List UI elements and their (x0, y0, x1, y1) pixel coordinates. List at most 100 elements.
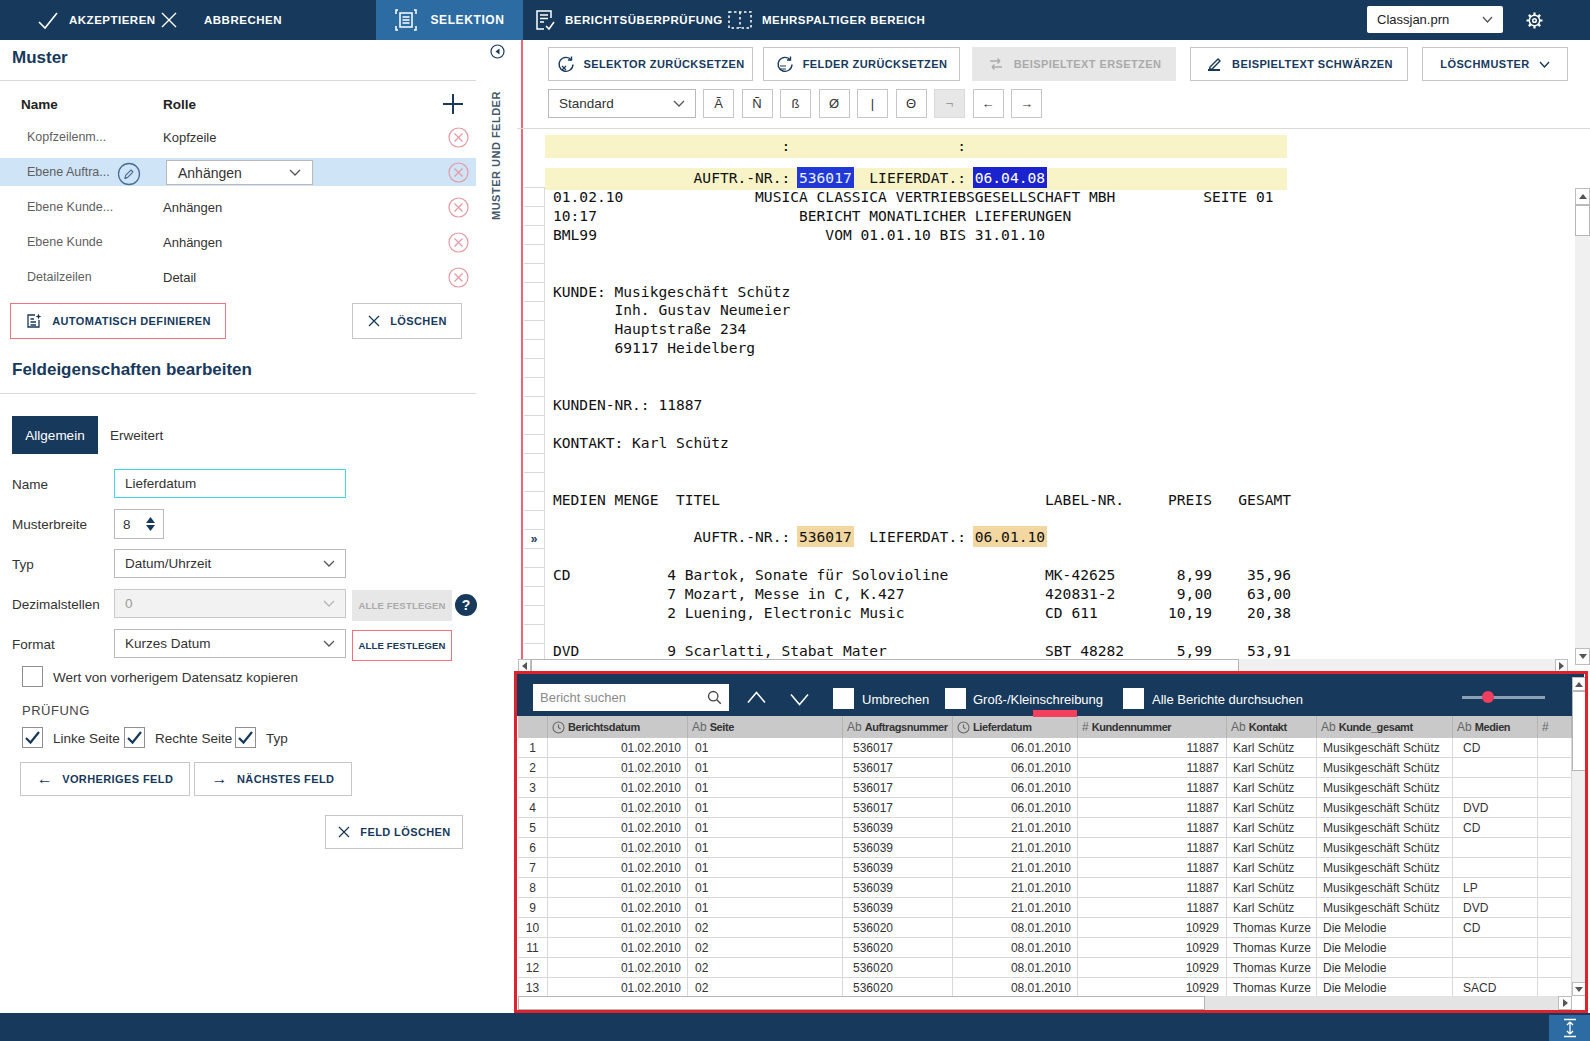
reset-selector-button[interactable]: SELEKTOR ZURÜCKSETZEN (548, 47, 753, 81)
edit-pattern-icon[interactable] (117, 162, 138, 183)
check-linke-seite[interactable] (22, 727, 43, 748)
file-dropdown[interactable]: Classjan.prn (1367, 6, 1503, 33)
search-input[interactable]: Bericht suchen (533, 684, 729, 711)
encoding-dropdown[interactable]: Standard (548, 89, 696, 118)
format-dropdown[interactable]: Kurzes Datum (114, 629, 346, 658)
template-row-2[interactable]: AUFTR.-NR.: 536017 LIEFERDAT.: 06.04.08 (545, 168, 1287, 190)
table-cell: 536020 (843, 978, 953, 996)
table-header-Lieferdatum[interactable]: Lieferdatum (953, 716, 1078, 738)
table-cell: 10929 (1078, 938, 1227, 958)
musterbreite-stepper[interactable]: 8 (114, 509, 164, 539)
loeschmuster-button[interactable]: LÖSCHMUSTER (1422, 47, 1568, 81)
table-row[interactable]: 101.02.20100153601706.01.201011887Karl S… (518, 738, 1572, 758)
muster-row[interactable]: Ebene Auftra...Anhängen (0, 155, 476, 190)
muster-und-felder-strip[interactable]: MUSTER UND FELDER (490, 70, 510, 220)
zoom-slider[interactable] (1462, 696, 1545, 699)
loeschmuster-label: LÖSCHMUSTER (1440, 58, 1529, 70)
table-row[interactable]: 201.02.20100153601706.01.201011887Karl S… (518, 758, 1572, 778)
name-input[interactable]: Lieferdatum (114, 469, 346, 498)
all-reports-checkbox[interactable] (1123, 688, 1144, 709)
tab-erweitert[interactable]: Erweitert (110, 428, 163, 443)
search-prev-button[interactable] (746, 691, 767, 704)
tab-selektion[interactable]: SELEKTION (376, 0, 523, 40)
char-button[interactable]: Ã (703, 89, 734, 118)
copy-prev-checkbox[interactable] (22, 666, 43, 687)
char-button[interactable]: ß (780, 89, 811, 118)
report-text[interactable]: 01.02.10 MUSICA CLASSICA VERTRIEBSGESELL… (553, 188, 1291, 661)
check-rechte-seite[interactable] (124, 727, 145, 748)
char-button[interactable]: Ø (819, 89, 850, 118)
table-header-Kundennummer[interactable]: #Kundennummer (1078, 716, 1227, 738)
table-row[interactable]: 501.02.20100153603921.01.201011887Karl S… (518, 818, 1572, 838)
table-cell: Karl Schütz (1227, 818, 1317, 838)
table-row[interactable]: 701.02.20100153603921.01.201011887Karl S… (518, 858, 1572, 878)
redact-sample-button[interactable]: BEISPIELTEXT SCHWÄRZEN (1190, 47, 1408, 81)
muster-role-dropdown[interactable]: Anhängen (166, 160, 313, 185)
table-header-col9[interactable]: # (1538, 716, 1572, 738)
table-cell: 01 (688, 738, 843, 758)
report-vscrollbar[interactable] (1575, 188, 1590, 665)
table-cell: 01.02.2010 (548, 818, 688, 838)
tab-berichtsueberpruefung[interactable]: BERICHTSÜBERPRÜFUNG (532, 0, 723, 40)
remove-muster-icon[interactable] (448, 162, 469, 183)
search-next-button[interactable] (789, 693, 810, 706)
accept-button[interactable]: AKZEPTIEREN (36, 0, 156, 40)
remove-muster-icon[interactable] (448, 127, 469, 148)
table-row[interactable]: 1301.02.20100253602008.01.201010929Thoma… (518, 978, 1572, 996)
table-header-Berichtsdatum[interactable]: Berichtsdatum (548, 716, 688, 738)
template-row-1[interactable]: : : (545, 135, 1287, 158)
reset-fields-button[interactable]: FELDER ZURÜCKSETZEN (763, 47, 960, 81)
table-row[interactable]: 1201.02.20100253602008.01.201010929Thoma… (518, 958, 1572, 978)
collapse-panel-icon[interactable] (490, 44, 505, 59)
table-row[interactable]: 301.02.20100153601706.01.201011887Karl S… (518, 778, 1572, 798)
table-row[interactable]: 601.02.20100153603921.01.201011887Karl S… (518, 838, 1572, 858)
remove-muster-icon[interactable] (448, 232, 469, 253)
muster-row[interactable]: Ebene Kunde...Anhängen (0, 190, 476, 225)
remove-muster-icon[interactable] (448, 267, 469, 288)
wrap-checkbox[interactable] (833, 688, 854, 709)
muster-delete-button[interactable]: LÖSCHEN (352, 303, 462, 339)
table-row[interactable]: 401.02.20100153601706.01.201011887Karl S… (518, 798, 1572, 818)
table-row[interactable]: 801.02.20100153603921.01.201011887Karl S… (518, 878, 1572, 898)
table-header-Auftragsnummer[interactable]: AbAuftragsnummer (843, 716, 953, 738)
table-cell: 11887 (1078, 898, 1227, 918)
char-button[interactable]: ← (973, 89, 1004, 118)
muster-row[interactable]: Ebene KundeAnhängen (0, 225, 476, 260)
add-muster-button[interactable] (440, 91, 466, 117)
typ-dropdown[interactable]: Datum/Uhrzeit (114, 549, 346, 578)
prev-field-button[interactable]: ← VORHERIGES FELD (20, 762, 190, 796)
delete-field-button[interactable]: FELD LÖSCHEN (325, 815, 463, 849)
table-header-Kunde_gesamt[interactable]: AbKunde_gesamt (1317, 716, 1453, 738)
help-icon[interactable]: ? (455, 594, 477, 616)
auto-define-button[interactable]: AUTOMATISCH DEFINIEREN (10, 303, 226, 339)
table-header-Kontakt[interactable]: AbKontakt (1227, 716, 1317, 738)
text-type-icon: Ab (1457, 720, 1472, 734)
char-button[interactable]: → (1011, 89, 1042, 118)
gear-icon[interactable] (1522, 8, 1547, 33)
muster-row[interactable]: Kopfzeilenm...Kopfzeile (0, 120, 476, 155)
cancel-button[interactable]: ABBRECHEN (158, 0, 282, 40)
set-all-format-button[interactable]: ALLE FESTLEGEN (352, 630, 452, 661)
case-checkbox[interactable] (945, 688, 966, 709)
table-header-Medien[interactable]: AbMedien (1453, 716, 1538, 738)
tab-allgemein[interactable]: Allgemein (12, 416, 98, 454)
char-button[interactable]: | (857, 89, 888, 118)
remove-muster-icon[interactable] (448, 197, 469, 218)
table-row[interactable]: 1101.02.20100253602008.01.201010929Thoma… (518, 938, 1572, 958)
char-button[interactable]: ¬ (934, 89, 965, 118)
table-header-Seite[interactable]: AbSeite (688, 716, 843, 738)
table-row[interactable]: 1001.02.20100253602008.01.201010929Thoma… (518, 918, 1572, 938)
char-button[interactable]: Θ (896, 89, 927, 118)
report-line: 7 Mozart, Messe in C, K.427 420831-2 9,0… (553, 585, 1291, 604)
zoom-slider-handle[interactable] (1482, 691, 1494, 703)
table-header-col0[interactable] (518, 716, 548, 738)
table-cell: Karl Schütz (1227, 838, 1317, 858)
next-field-button[interactable]: → NÄCHSTES FELD (194, 762, 352, 796)
tab-mehrspaltiger-bereich[interactable]: MEHRSPALTIGER BEREICH (727, 0, 925, 40)
table-row[interactable]: 901.02.20100153603921.01.201011887Karl S… (518, 898, 1572, 918)
muster-row[interactable]: DetailzeilenDetail (0, 260, 476, 295)
char-button[interactable]: Ñ (742, 89, 773, 118)
check-typ[interactable] (235, 727, 256, 748)
stepper-arrows[interactable] (146, 517, 155, 531)
panel-resize-button[interactable] (1549, 1015, 1590, 1041)
